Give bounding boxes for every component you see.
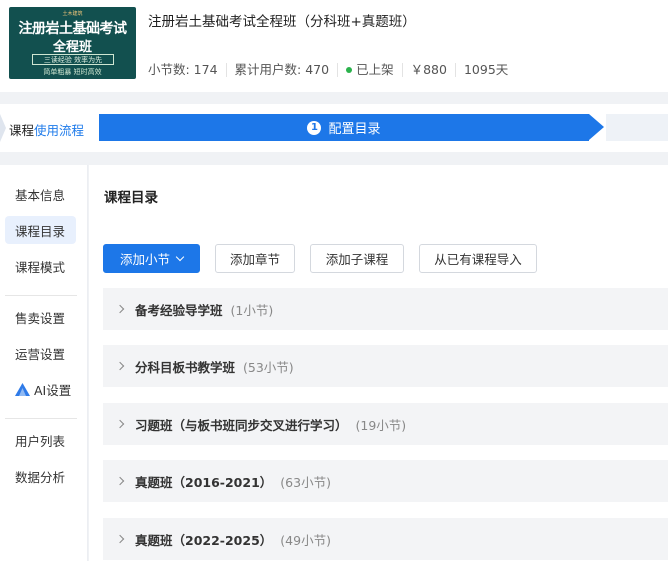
sidebar-item-user-list[interactable]: 用户列表 [5, 426, 76, 454]
sidebar-item-label: AI设置 [34, 382, 72, 398]
chapter-row[interactable]: 备考经验导学班 (1小节) [103, 288, 668, 330]
course-stats: 小节数: 174 累计用户数: 470 已上架 ￥880 1095天 [148, 60, 516, 80]
sidebar-item-data-analysis[interactable]: 数据分析 [5, 462, 76, 490]
sidebar-item-label: 用户列表 [15, 433, 66, 449]
course-cover-image: 土木建筑 注册岩土基础考试 全程班 三读经验 效率为先 简单粗暴 短时高效 [9, 7, 136, 79]
add-section-button[interactable]: 添加小节 [103, 244, 200, 273]
cover-title-line2: 全程班 [52, 40, 92, 55]
sidebar-item-course-mode[interactable]: 课程模式 [5, 252, 76, 280]
add-section-label: 添加小节 [119, 252, 170, 267]
sidebar: 基本信息 课程目录 课程模式 售卖设置 运营设置 AI设置 用户列表 数据分析 [0, 165, 88, 561]
flow-next-step[interactable] [606, 114, 668, 141]
chapter-title: 真题班（2016-2021） [135, 474, 273, 490]
status-text: 已上架 [356, 62, 394, 77]
chapter-title: 备考经验导学班 [135, 302, 223, 318]
flow-label-prefix: 课程 [9, 123, 35, 138]
step-label: 配置目录 [328, 122, 381, 137]
sidebar-item-basic-info[interactable]: 基本信息 [5, 180, 76, 208]
flow-step-configure-catalog[interactable]: 1 配置目录 [99, 114, 589, 141]
import-from-course-button[interactable]: 从已有课程导入 [419, 244, 537, 273]
chapter-count: (1小节) [230, 302, 274, 318]
flow-label: 课程使用流程 [9, 120, 84, 139]
chapter-row[interactable]: 真题班（2016-2021） (63小节) [103, 460, 668, 502]
sidebar-item-label: 售卖设置 [15, 310, 66, 326]
sidebar-item-label: 数据分析 [15, 469, 66, 485]
user-count: 累计用户数: 470 [225, 63, 338, 77]
sidebar-item-label: 运营设置 [15, 346, 66, 362]
cover-slogan: 三读经验 效率为先 [32, 54, 114, 65]
chevron-right-icon[interactable] [115, 361, 125, 371]
chapter-count: (53小节) [243, 359, 294, 375]
flow-back-arrow-icon [0, 114, 6, 142]
usage-flow-bar: 课程使用流程 1 配置目录 [0, 104, 668, 152]
usage-flow-link[interactable]: 使用流程 [34, 123, 84, 138]
cover-slogan-2: 简单粗暴 短时高效 [43, 68, 102, 76]
status-dot-icon [346, 67, 353, 73]
chapter-row[interactable]: 真题班（2022-2025） (49小节) [103, 518, 668, 560]
chapter-title: 真题班（2022-2025） [135, 532, 273, 548]
sidebar-item-operation-settings[interactable]: 运营设置 [5, 339, 76, 367]
sidebar-divider [5, 295, 77, 296]
chevron-down-icon [175, 252, 185, 261]
chapter-count: (63小节) [280, 474, 331, 490]
lesson-count: 小节数: 174 [148, 62, 218, 77]
chapter-row[interactable]: 分科目板书教学班 (53小节) [103, 345, 668, 387]
catalog-panel: 课程目录 添加小节 添加章节 添加子课程 从已有课程导入 备考经验导学班 (1小… [89, 165, 668, 561]
flow-step-arrow-icon [589, 114, 604, 140]
chapter-title: 分科目板书教学班 [135, 359, 236, 375]
status-badge: 已上架 [337, 63, 402, 77]
sidebar-item-ai-settings[interactable]: AI设置 [5, 375, 76, 403]
chevron-right-icon[interactable] [115, 419, 125, 429]
step-number-badge: 1 [307, 120, 322, 135]
chapter-count: (19小节) [355, 417, 407, 433]
chevron-right-icon[interactable] [115, 476, 125, 486]
chapter-title: 习题班（与板书班同步交叉进行学习） [135, 417, 348, 433]
price: ￥880 [401, 63, 455, 77]
sidebar-item-sales-settings[interactable]: 售卖设置 [5, 303, 76, 331]
chevron-right-icon[interactable] [115, 304, 125, 314]
chapter-count: (49小节) [280, 532, 331, 548]
sidebar-item-label: 基本信息 [15, 187, 66, 203]
chevron-right-icon[interactable] [115, 534, 125, 544]
add-chapter-button[interactable]: 添加章节 [215, 244, 295, 273]
sidebar-item-catalog[interactable]: 课程目录 [5, 216, 76, 244]
sidebar-item-label: 课程模式 [15, 259, 66, 275]
course-header: 土木建筑 注册岩土基础考试 全程班 三读经验 效率为先 简单粗暴 短时高效 注册… [0, 0, 668, 92]
page-title: 课程目录 [104, 190, 158, 206]
duration: 1095天 [454, 63, 516, 77]
add-subcourse-button[interactable]: 添加子课程 [310, 244, 404, 273]
sidebar-divider [5, 418, 77, 419]
ai-icon [15, 382, 30, 396]
cover-top-text: 土木建筑 [62, 11, 83, 17]
cover-title-line1: 注册岩土基础考试 [18, 21, 128, 37]
chapter-row[interactable]: 习题班（与板书班同步交叉进行学习） (19小节) [103, 403, 668, 445]
sidebar-item-label: 课程目录 [15, 223, 66, 239]
course-title: 注册岩土基础考试全程班（分科班+真题班） [148, 14, 416, 30]
